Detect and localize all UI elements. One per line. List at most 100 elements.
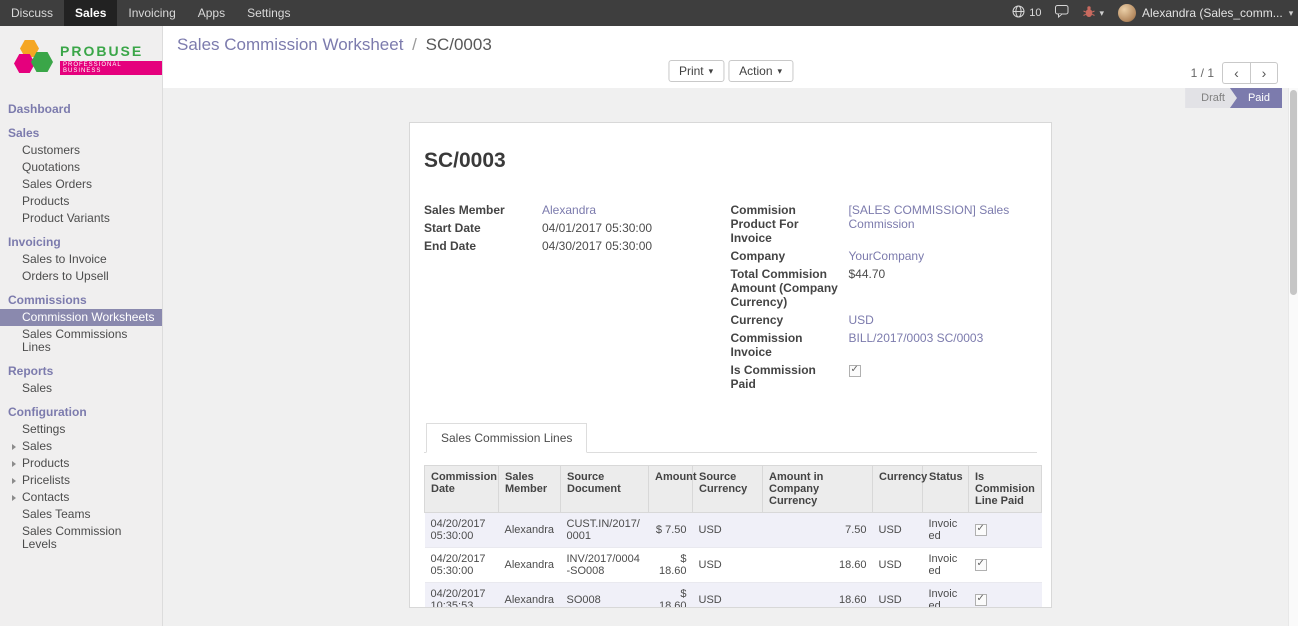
topbar-menu-sales[interactable]: Sales xyxy=(64,0,117,26)
activities-menu[interactable]: 10 xyxy=(1012,5,1041,21)
line-paid-checkbox xyxy=(975,559,987,571)
chevron-down-icon: ▾ xyxy=(709,67,714,76)
field-label-company: Company xyxy=(731,247,849,265)
topbar-menu-invoicing[interactable]: Invoicing xyxy=(117,0,186,26)
pager-previous-button[interactable]: ‹ xyxy=(1222,62,1250,84)
sidebar-item-reports-sales[interactable]: Sales xyxy=(0,380,162,397)
breadcrumb-parent-link[interactable]: Sales Commission Worksheet xyxy=(177,35,403,54)
sidebar-heading-dashboard[interactable]: Dashboard xyxy=(0,100,162,118)
field-value-commission-product[interactable]: [SALES COMMISSION] Sales Commission xyxy=(849,203,1010,231)
sidebar-item-products[interactable]: Products xyxy=(0,193,162,210)
sidebar-heading-commissions[interactable]: Commissions xyxy=(0,291,162,309)
statusbar: Draft Paid xyxy=(1185,88,1282,108)
field-value-end-date: 04/30/2017 05:30:00 xyxy=(542,237,731,255)
sidebar-item-commission-worksheets[interactable]: Commission Worksheets xyxy=(0,309,162,326)
col-source-document[interactable]: Source Document xyxy=(561,466,649,513)
scrollbar-thumb[interactable] xyxy=(1290,90,1297,295)
chevron-down-icon: ▾ xyxy=(1099,9,1104,18)
sidebar-item-config-products[interactable]: Products xyxy=(0,455,162,472)
field-label-end-date: End Date xyxy=(424,237,542,255)
sidebar-item-sales-commissions-lines[interactable]: Sales Commissions Lines xyxy=(0,326,162,356)
breadcrumb: Sales Commission Worksheet / SC/0003 xyxy=(163,26,1298,55)
topbar-menu-discuss[interactable]: Discuss xyxy=(0,0,64,26)
logo-name: PROBUSE xyxy=(60,43,143,59)
action-button[interactable]: Action ▾ xyxy=(728,60,793,82)
sidebar-item-sales-commission-levels[interactable]: Sales Commission Levels xyxy=(0,523,162,553)
expand-arrow-icon xyxy=(12,461,16,467)
user-name: Alexandra (Sales_comm... xyxy=(1142,6,1283,20)
debug-menu[interactable]: ▾ xyxy=(1083,5,1104,21)
col-source-currency[interactable]: Source Currency xyxy=(693,466,763,513)
topbar-menu-apps[interactable]: Apps xyxy=(187,0,236,26)
line-paid-checkbox xyxy=(975,594,987,606)
record-title: SC/0003 xyxy=(424,149,1037,173)
sidebar-item-customers[interactable]: Customers xyxy=(0,142,162,159)
form-view: Draft Paid SC/0003 Sales Member Alexandr… xyxy=(163,88,1298,626)
field-value-total-commission-amount: $44.70 xyxy=(849,265,1038,311)
status-step-draft[interactable]: Draft xyxy=(1185,88,1237,108)
field-value-currency[interactable]: USD xyxy=(849,313,874,327)
logo-tagline: PROFESSIONAL BUSINESS xyxy=(60,61,162,75)
print-button[interactable]: Print ▾ xyxy=(668,60,724,82)
pager-next-button[interactable]: › xyxy=(1250,62,1278,84)
expand-arrow-icon xyxy=(12,444,16,450)
is-commission-paid-checkbox xyxy=(849,365,861,377)
col-status[interactable]: Status xyxy=(923,466,969,513)
col-amount[interactable]: Amount xyxy=(649,466,693,513)
globe-icon xyxy=(1012,5,1025,21)
form-sheet: SC/0003 Sales Member Alexandra Start Dat… xyxy=(409,122,1052,608)
field-group-left: Sales Member Alexandra Start Date 04/01/… xyxy=(424,201,731,393)
table-row[interactable]: 04/20/2017 05:30:00 Alexandra CUST.IN/20… xyxy=(425,513,1042,548)
probuse-logo: PROBUSE PROFESSIONAL BUSINESS xyxy=(0,26,162,94)
field-label-commission-product: Commision Product For Invoice xyxy=(731,201,849,247)
field-value-commission-invoice[interactable]: BILL/2017/0003 SC/0003 xyxy=(849,331,984,345)
control-panel: Sales Commission Worksheet / SC/0003 Pri… xyxy=(163,26,1298,88)
topbar-right: 10 ▾ xyxy=(1012,0,1298,26)
chat-menu[interactable] xyxy=(1055,5,1069,21)
table-row[interactable]: 04/20/2017 05:30:00 Alexandra INV/2017/0… xyxy=(425,548,1042,583)
col-is-commission-line-paid[interactable]: Is Commision Line Paid xyxy=(969,466,1042,513)
tab-sales-commission-lines[interactable]: Sales Commission Lines xyxy=(426,423,587,453)
sidebar-item-config-pricelists[interactable]: Pricelists xyxy=(0,472,162,489)
sidebar-item-sales-teams[interactable]: Sales Teams xyxy=(0,506,162,523)
field-value-company[interactable]: YourCompany xyxy=(849,249,925,263)
sidebar-heading-configuration[interactable]: Configuration xyxy=(0,403,162,421)
field-value-sales-member[interactable]: Alexandra xyxy=(542,203,596,217)
pager: 1 / 1 ‹ › xyxy=(1191,62,1278,84)
field-label-commission-invoice: Commission Invoice xyxy=(731,329,849,361)
sidebar-item-config-sales[interactable]: Sales xyxy=(0,438,162,455)
field-value-start-date: 04/01/2017 05:30:00 xyxy=(542,219,731,237)
breadcrumb-current: SC/0003 xyxy=(426,35,492,54)
col-currency[interactable]: Currency xyxy=(873,466,923,513)
field-label-currency: Currency xyxy=(731,311,849,329)
sidebar-item-settings[interactable]: Settings xyxy=(0,421,162,438)
sidebar-item-orders-to-upsell[interactable]: Orders to Upsell xyxy=(0,268,162,285)
sidebar-heading-invoicing[interactable]: Invoicing xyxy=(0,233,162,251)
col-commission-date[interactable]: Commission Date xyxy=(425,466,499,513)
expand-arrow-icon xyxy=(12,495,16,501)
sidebar-item-sales-to-invoice[interactable]: Sales to Invoice xyxy=(0,251,162,268)
field-label-total-commission-amount: Total Commision Amount (Company Currency… xyxy=(731,265,849,311)
sidebar-heading-sales[interactable]: Sales xyxy=(0,124,162,142)
topbar-menu-settings[interactable]: Settings xyxy=(236,0,301,26)
chevron-down-icon: ▾ xyxy=(778,67,783,76)
activities-count: 10 xyxy=(1029,7,1041,19)
field-label-start-date: Start Date xyxy=(424,219,542,237)
sidebar-item-sales-orders[interactable]: Sales Orders xyxy=(0,176,162,193)
sidebar-item-product-variants[interactable]: Product Variants xyxy=(0,210,162,227)
sidebar-item-config-contacts[interactable]: Contacts xyxy=(0,489,162,506)
col-sales-member[interactable]: Sales Member xyxy=(499,466,561,513)
table-row[interactable]: 04/20/2017 10:35:53 Alexandra SO008 $ 18… xyxy=(425,583,1042,609)
field-group-right: Commision Product For Invoice [SALES COM… xyxy=(731,201,1038,393)
vertical-scrollbar[interactable] xyxy=(1288,88,1298,626)
commission-lines-table: Commission Date Sales Member Source Docu… xyxy=(424,465,1042,608)
chat-bubble-icon xyxy=(1055,5,1069,21)
main-area: Sales Commission Worksheet / SC/0003 Pri… xyxy=(163,26,1298,626)
status-step-paid[interactable]: Paid xyxy=(1230,88,1282,108)
user-menu[interactable]: Alexandra (Sales_comm... ▾ xyxy=(1118,4,1288,22)
col-amount-company-currency[interactable]: Amount in Company Currency xyxy=(763,466,873,513)
expand-arrow-icon xyxy=(12,478,16,484)
sidebar-item-quotations[interactable]: Quotations xyxy=(0,159,162,176)
bug-icon xyxy=(1083,5,1095,21)
sidebar-heading-reports[interactable]: Reports xyxy=(0,362,162,380)
